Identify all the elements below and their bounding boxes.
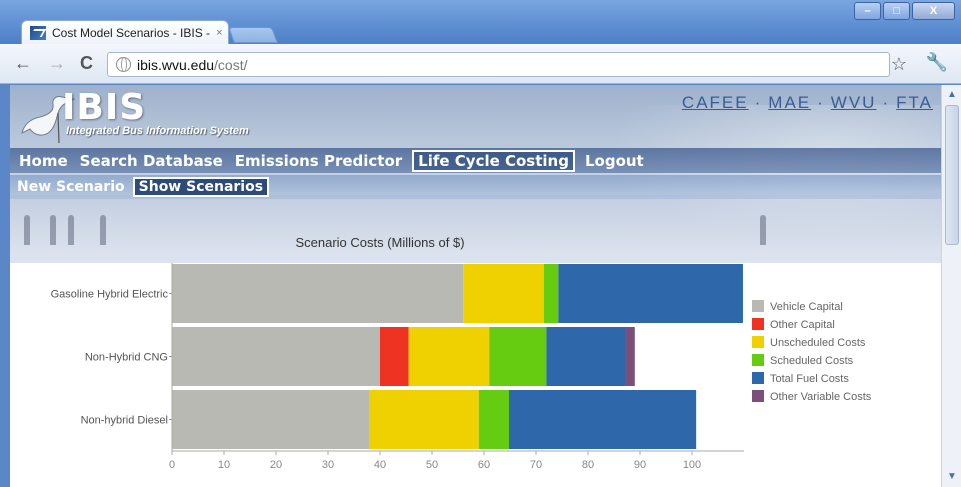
bar-segment bbox=[558, 264, 743, 323]
maximize-button[interactable]: □ bbox=[883, 2, 910, 20]
x-tick-label: 90 bbox=[634, 459, 646, 471]
x-tick-label: 60 bbox=[478, 459, 490, 471]
bar-segment bbox=[172, 264, 464, 323]
x-tick-label: 40 bbox=[374, 459, 386, 471]
category-label: Gasoline Hybrid Electric bbox=[51, 289, 169, 301]
x-tick-label: 80 bbox=[582, 459, 594, 471]
browser-tab[interactable]: Cost Model Scenarios - IBIS - × bbox=[21, 20, 229, 44]
tab-title: Cost Model Scenarios - IBIS - bbox=[52, 25, 211, 40]
browser-toolbar: ← → C ibis.wvu.edu/cost/ ☆ 🔧 bbox=[0, 44, 961, 84]
legend-label: Unscheduled Costs bbox=[770, 337, 866, 349]
minimize-button[interactable]: – bbox=[854, 2, 881, 20]
chart-title: Scenario Costs (Millions of $) bbox=[295, 235, 464, 250]
forward-arrow-icon[interactable]: → bbox=[48, 54, 66, 72]
url-path: /cost/ bbox=[214, 56, 248, 73]
scroll-thumb[interactable] bbox=[945, 105, 959, 245]
legend-swatch bbox=[752, 336, 764, 348]
globe-icon bbox=[116, 57, 131, 72]
vertical-scrollbar[interactable]: ▲ ▼ bbox=[941, 85, 961, 487]
back-arrow-icon[interactable]: ← bbox=[14, 54, 32, 72]
legend-label: Scheduled Costs bbox=[770, 355, 854, 367]
bar-segment bbox=[463, 264, 544, 323]
star-icon[interactable]: ☆ bbox=[891, 54, 907, 75]
new-tab-button[interactable] bbox=[228, 27, 278, 43]
bar-segment bbox=[546, 327, 626, 386]
window-controls: – □ X bbox=[854, 2, 955, 20]
close-button[interactable]: X bbox=[912, 2, 955, 20]
tab-close-icon[interactable]: × bbox=[216, 27, 222, 39]
bar-segment bbox=[625, 327, 635, 386]
legend-swatch bbox=[752, 354, 764, 366]
legend-swatch bbox=[752, 300, 764, 312]
x-tick-label: 50 bbox=[426, 459, 438, 471]
bar-segment bbox=[408, 327, 490, 386]
bar-segment bbox=[489, 327, 547, 386]
scenario-costs-chart: Scenario Costs (Millions of $) Gasoline H… bbox=[51, 235, 872, 471]
bar-segment bbox=[172, 390, 370, 449]
x-tick-label: 70 bbox=[530, 459, 542, 471]
ibis-favicon-icon bbox=[30, 25, 46, 40]
browser-titlebar: Cost Model Scenarios - IBIS - × – □ X bbox=[0, 0, 961, 44]
x-tick-label: 20 bbox=[270, 459, 282, 471]
x-tick-label: 30 bbox=[322, 459, 334, 471]
bar-segment bbox=[380, 327, 409, 386]
wrench-icon[interactable]: 🔧 bbox=[926, 52, 948, 73]
url-host: ibis.wvu.edu bbox=[137, 56, 215, 73]
address-bar[interactable]: ibis.wvu.edu/cost/ bbox=[107, 52, 890, 77]
legend-label: Vehicle Capital bbox=[770, 301, 843, 313]
bar-segment bbox=[369, 390, 479, 449]
legend-swatch bbox=[752, 372, 764, 384]
scroll-up-arrow-icon[interactable]: ▲ bbox=[944, 87, 960, 103]
category-label: Non-hybrid Diesel bbox=[81, 415, 168, 427]
legend-label: Total Fuel Costs bbox=[770, 373, 849, 385]
legend-label: Other Variable Costs bbox=[770, 391, 872, 403]
bar-segment bbox=[543, 264, 559, 323]
category-label: Non-Hybrid CNG bbox=[85, 352, 168, 364]
x-tick-label: 10 bbox=[218, 459, 230, 471]
x-tick-label: 0 bbox=[169, 459, 175, 471]
reload-icon[interactable]: C bbox=[80, 54, 93, 72]
bar-segment bbox=[172, 327, 380, 386]
legend-label: Other Capital bbox=[770, 319, 835, 331]
bar-segment bbox=[508, 390, 697, 449]
page-viewport: IBIS Integrated Bus Information System C… bbox=[10, 85, 941, 487]
legend-swatch bbox=[752, 318, 764, 330]
legend-swatch bbox=[752, 390, 764, 402]
bar-segment bbox=[478, 390, 509, 449]
scroll-down-arrow-icon[interactable]: ▼ bbox=[944, 469, 960, 485]
x-tick-label: 100 bbox=[683, 459, 701, 471]
